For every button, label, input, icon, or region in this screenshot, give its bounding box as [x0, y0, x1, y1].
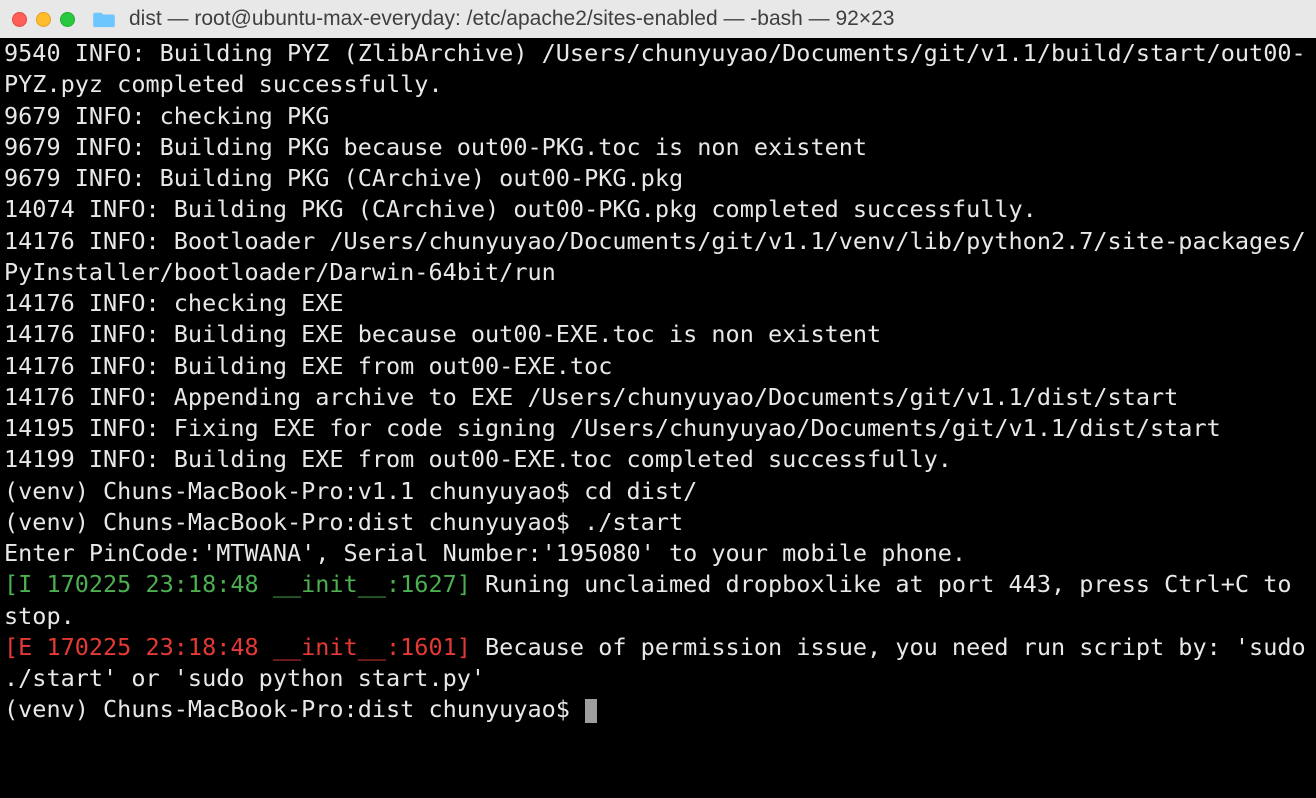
close-button[interactable]	[12, 12, 27, 27]
maximize-button[interactable]	[60, 12, 75, 27]
log-tag: [E 170225 23:18:48 __init__:1601]	[4, 633, 471, 661]
terminal-line: 14195 INFO: Fixing EXE for code signing …	[4, 413, 1312, 444]
terminal-line: 14176 INFO: Bootloader /Users/chunyuyao/…	[4, 226, 1312, 289]
terminal-line: 14199 INFO: Building EXE from out00-EXE.…	[4, 444, 1312, 475]
terminal-line: (venv) Chuns-MacBook-Pro:v1.1 chunyuyao$…	[4, 476, 1312, 507]
terminal-output[interactable]: 9540 INFO: Building PYZ (ZlibArchive) /U…	[0, 38, 1316, 798]
terminal-line: [I 170225 23:18:48 __init__:1627] Runing…	[4, 569, 1312, 632]
terminal-line: 14176 INFO: Appending archive to EXE /Us…	[4, 382, 1312, 413]
terminal-line: 14176 INFO: Building EXE from out00-EXE.…	[4, 351, 1312, 382]
terminal-line: 9679 INFO: Building PKG (CArchive) out00…	[4, 163, 1312, 194]
terminal-line: 9679 INFO: checking PKG	[4, 101, 1312, 132]
terminal-line: 14176 INFO: Building EXE because out00-E…	[4, 319, 1312, 350]
minimize-button[interactable]	[36, 12, 51, 27]
terminal-line: 14176 INFO: checking EXE	[4, 288, 1312, 319]
window-title: dist — root@ubuntu-max-everyday: /etc/ap…	[129, 7, 894, 31]
cursor	[585, 699, 597, 723]
folder-icon	[93, 10, 115, 28]
window-titlebar: dist — root@ubuntu-max-everyday: /etc/ap…	[0, 0, 1316, 38]
terminal-line: (venv) Chuns-MacBook-Pro:dist chunyuyao$…	[4, 507, 1312, 538]
shell-prompt: (venv) Chuns-MacBook-Pro:dist chunyuyao$	[4, 695, 584, 723]
traffic-lights	[12, 12, 75, 27]
terminal-line: 14074 INFO: Building PKG (CArchive) out0…	[4, 194, 1312, 225]
terminal-line: Enter PinCode:'MTWANA', Serial Number:'1…	[4, 538, 1312, 569]
log-tag: [I 170225 23:18:48 __init__:1627]	[4, 570, 471, 598]
terminal-line: 9540 INFO: Building PYZ (ZlibArchive) /U…	[4, 38, 1312, 101]
terminal-line: 9679 INFO: Building PKG because out00-PK…	[4, 132, 1312, 163]
terminal-prompt-line[interactable]: (venv) Chuns-MacBook-Pro:dist chunyuyao$	[4, 694, 1312, 725]
terminal-line: [E 170225 23:18:48 __init__:1601] Becaus…	[4, 632, 1312, 695]
